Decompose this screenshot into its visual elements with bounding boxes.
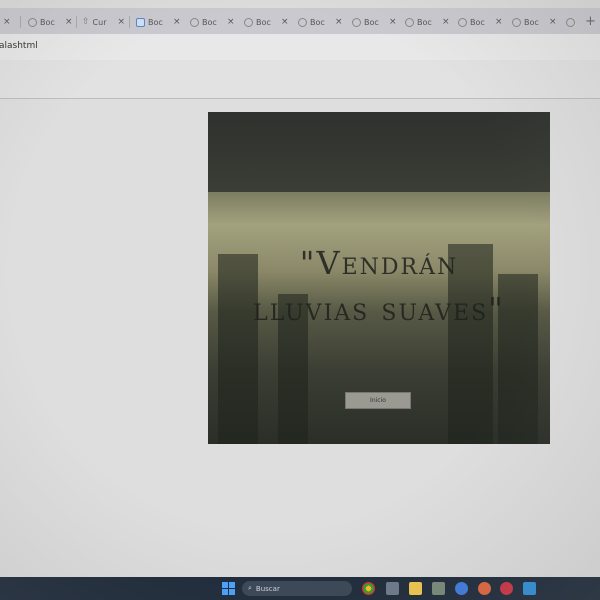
browser-tab[interactable]: Boc × [136,12,190,32]
close-icon[interactable]: × [281,17,289,27]
globe-icon [405,17,414,27]
tab-divider [20,16,21,28]
close-icon[interactable]: × [65,17,73,27]
browser-tab[interactable]: Boc × [512,12,566,32]
url-text[interactable]: alashtml [0,41,38,51]
close-icon[interactable]: × [335,17,343,27]
browser-tab[interactable]: Boc × [458,12,512,32]
tab-label: Boc [256,17,271,27]
tab-label: Boc [364,17,379,27]
tab-label: Boc [40,17,55,27]
inicio-button[interactable]: Inicio [345,392,411,409]
browser-tab[interactable]: Boc × [352,12,406,32]
close-icon[interactable]: × [118,17,126,27]
globe-icon [190,17,199,27]
hero-title: "Vendrán lluvias suaves" [208,240,550,332]
hero-image: "Vendrán lluvias suaves" Inicio [208,112,550,444]
bookmarks-bar [0,60,600,99]
tab-label: Boc [417,17,432,27]
close-icon[interactable]: × [442,17,450,27]
tab-label: Cur [92,17,107,27]
globe-icon [512,17,521,27]
app-icon[interactable] [386,582,399,595]
chrome-icon[interactable] [362,582,375,595]
globe-icon [458,17,467,27]
browser-tab[interactable]: ⇧ Cur × [82,12,136,32]
taskbar-search[interactable]: ⌕ Buscar [242,581,352,596]
tab-strip: × Boc × ⇧ Cur × Boc × Boc × Boc × Boc × … [0,8,600,34]
globe-icon [298,17,307,27]
dark-sky [208,112,550,192]
close-icon[interactable]: × [549,17,557,27]
globe-icon [244,17,253,27]
taskbar: ⌕ Buscar [0,577,600,600]
upload-icon: ⇧ [82,16,90,27]
tab-label: Boc [470,17,485,27]
browser-tab[interactable] [566,12,584,32]
tab-divider [76,16,77,28]
new-tab-icon[interactable]: + [585,14,596,29]
page-icon [136,17,145,27]
search-placeholder: Buscar [255,584,280,593]
app-icon[interactable] [432,582,445,595]
globe-icon [566,17,575,27]
close-icon[interactable]: × [389,17,397,27]
browser-tab[interactable]: Boc × [190,12,244,32]
app-icon[interactable] [478,582,491,595]
app-icon[interactable] [455,582,468,595]
close-icon[interactable]: × [495,17,503,27]
tab-label: Boc [148,17,163,27]
tab-label: Boc [524,17,539,27]
browser-tab[interactable]: Boc × [405,12,459,32]
browser-tab[interactable]: Boc × [298,12,352,32]
vscode-icon[interactable] [523,582,536,595]
globe-icon [352,17,361,27]
browser-tab[interactable]: Boc × [28,12,82,32]
tab-label: Boc [202,17,217,27]
hero-title-line: "Vendrán [299,244,459,282]
close-icon[interactable]: × [173,17,181,27]
address-bar[interactable]: alashtml [0,34,600,60]
close-icon[interactable]: × [3,17,11,27]
windows-start-icon[interactable] [222,582,235,595]
close-icon[interactable]: × [227,17,235,27]
browser-tab[interactable]: Boc × [244,12,298,32]
tab-divider [129,16,130,28]
app-icon[interactable] [500,582,513,595]
tab-label: Boc [310,17,325,27]
hero-title-line: lluvias suaves" [253,290,505,328]
folder-icon[interactable] [409,582,422,595]
search-icon: ⌕ [248,584,252,592]
globe-icon [28,17,37,27]
